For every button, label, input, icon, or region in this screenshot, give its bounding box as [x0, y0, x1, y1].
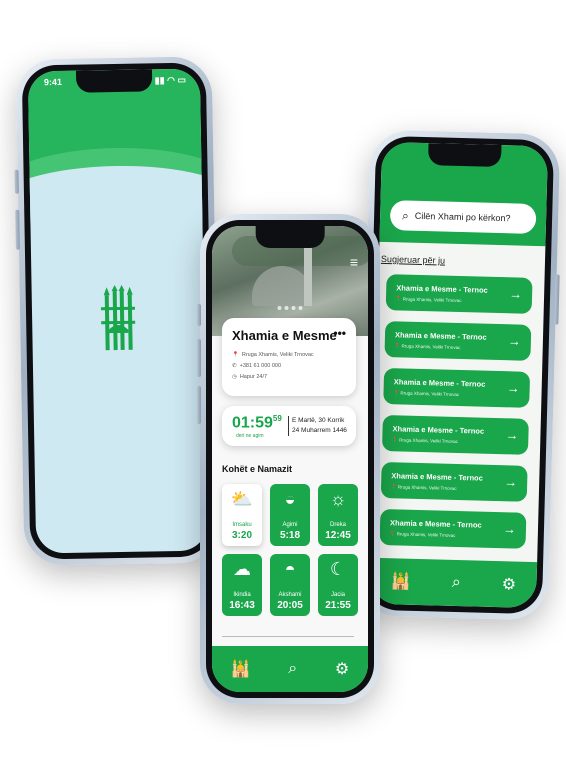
mosque-item-address: 📍 Rruga Xhamis, Veliki Trnovac: [394, 343, 461, 351]
status-time: 9:41: [43, 76, 63, 88]
mosque-item-address: 📍 Rruga Xhamis, Veliki Trnovac: [389, 531, 456, 538]
arrow-right-icon: →: [505, 427, 519, 443]
countdown-time: 01:5959: [232, 414, 282, 432]
splash-screen: 9:41 ▮▮ ◠ ▭: [27, 68, 209, 554]
more-options-icon[interactable]: •••: [333, 326, 346, 340]
sunrise-cloud-icon: ⛅: [230, 489, 254, 509]
tab-settings-gear-icon[interactable]: ⚙: [501, 574, 516, 594]
tab-home-mosque-icon[interactable]: 🕌: [391, 571, 411, 592]
tab-search-icon[interactable]: ⌕: [452, 574, 461, 592]
phone-row[interactable]: ✆ +381 61 000 000: [232, 363, 281, 369]
mosque-item-name: Xhamia e Mesme - Ternoc: [389, 518, 482, 530]
countdown-label: deri ne agim: [236, 433, 264, 439]
arrow-right-icon: →: [508, 286, 523, 302]
tab-home-mosque-icon[interactable]: 🕌: [231, 659, 251, 679]
phone-icon: ✆: [232, 363, 237, 369]
bottom-tab-bar: 🕌 ⌕ ⚙: [369, 557, 538, 609]
mosque-item-name: Xhamia e Mesme - Ternoc: [392, 424, 485, 436]
search-screen: ⌕ Cilën Xhami po kërkon? Sugjeruar për j…: [369, 141, 549, 609]
menu-icon[interactable]: ≡: [350, 254, 358, 270]
mosque-item-address: 📍 Rruga Xhamis, Veliki Trnovac: [392, 437, 458, 444]
arrow-right-icon: →: [506, 380, 520, 396]
mosque-info-card: Xhamia e Mesme ••• 📍 Rruga Xhamis, Veliki…: [222, 318, 356, 396]
countdown-card: 01:5959 deri ne agim E Martë, 30 Korrik …: [222, 406, 356, 446]
arrow-right-icon: →: [507, 333, 522, 349]
hijri-date: 24 Muharrem 1446: [292, 427, 347, 434]
gregorian-date: E Martë, 30 Korrik: [292, 417, 345, 424]
mosque-search-input[interactable]: ⌕ Cilën Xhami po kërkon?: [389, 200, 537, 234]
mosque-list-item[interactable]: Xhamia e Mesme - Ternoc 📍 Rruga Xhamis, …: [383, 368, 531, 408]
cloud-icon: ☁: [233, 559, 251, 579]
mosque-list-item[interactable]: Xhamia e Mesme - Ternoc 📍 Rruga Xhamis, …: [384, 321, 532, 361]
tab-search-icon[interactable]: ⌕: [288, 660, 297, 678]
search-placeholder: Cilën Xhami po kërkon?: [414, 210, 511, 224]
carousel-dots[interactable]: [277, 306, 303, 310]
app-logo-icon: [98, 284, 139, 361]
sunrise-icon: ◒: [284, 489, 296, 509]
moon-icon: ☾: [329, 559, 347, 579]
search-icon: ⌕: [401, 207, 410, 223]
prayer-tile-ikindia[interactable]: ☁ Ikindia 16:43: [222, 554, 262, 616]
prayer-tile-imsaku[interactable]: ⛅ Imsaku 3:20: [222, 484, 262, 546]
prayer-tile-dreka[interactable]: ☼ Dreka 12:45: [318, 484, 358, 546]
mosque-item-name: Xhamia e Mesme - Ternoc: [394, 330, 487, 342]
mosque-list-item[interactable]: Xhamia e Mesme - Ternoc 📍 Rruga Xhamis, …: [380, 462, 528, 502]
prayer-tile-jacia[interactable]: ☾ Jacia 21:55: [318, 554, 358, 616]
mosque-list: Xhamia e Mesme - Ternoc 📍 Rruga Xhamis, …: [379, 274, 536, 560]
phone-search: ⌕ Cilën Xhami po kërkon? Sugjeruar për j…: [357, 129, 561, 621]
address-row: 📍 Rruga Xhamis, Veliki Trnovac: [232, 352, 314, 358]
location-pin-icon: 📍: [232, 352, 239, 358]
mosque-item-address: 📍 Rruga Xhamis, Veliki Trnovac: [395, 296, 462, 304]
suggested-heading: Sugjeruar për ju: [380, 253, 446, 266]
mosque-name: Xhamia e Mesme: [232, 328, 337, 343]
prayer-times-title: Kohët e Namazit: [222, 464, 293, 474]
phone-splash: 9:41 ▮▮ ◠ ▭: [14, 56, 221, 566]
mosque-item-address: 📍 Rruga Xhamis, Veliki Trnovac: [390, 484, 457, 491]
mosque-list-item[interactable]: Xhamia e Mesme - Ternoc 📍 Rruga Xhamis, …: [381, 415, 529, 455]
sunset-icon: ◓: [284, 559, 296, 579]
prayer-tile-agimi[interactable]: ◒ Agimi 5:18: [270, 484, 310, 546]
mosque-item-name: Xhamia e Mesme - Ternoc: [391, 471, 483, 483]
prayer-tile-akshami[interactable]: ◓ Akshami 20:05: [270, 554, 310, 616]
mosque-item-address: 📍 Rruga Xhamis, Veliki Trnovac: [393, 390, 460, 398]
mosque-item-name: Xhamia e Mesme - Ternoc: [396, 283, 488, 295]
mosque-list-item[interactable]: Xhamia e Mesme - Ternoc 📍 Rruga Xhamis, …: [385, 274, 533, 314]
hours-row: ◷ Hapur 24/7: [232, 374, 268, 380]
arrow-right-icon: →: [504, 474, 518, 490]
mosque-item-name: Xhamia e Mesme - Ternoc: [393, 377, 486, 389]
status-icons: ▮▮ ◠ ▭: [154, 74, 187, 86]
prayer-times-grid: ⛅ Imsaku 3:20 ◒ Agimi 5:18 ☼ Dreka 12:45…: [222, 484, 358, 616]
bottom-tab-bar: 🕌 ⌕ ⚙: [212, 646, 368, 692]
phone-detail: ≡ Xhamia e Mesme ••• 📍 Rruga Xhamis, Veli…: [197, 214, 380, 704]
clock-icon: ◷: [232, 374, 237, 380]
tab-settings-gear-icon[interactable]: ⚙: [335, 659, 349, 679]
mosque-list-item[interactable]: Xhamia e Mesme - Ternoc 📍 Rruga Xhamis, …: [379, 508, 527, 549]
sun-icon: ☼: [329, 489, 347, 509]
arrow-right-icon: →: [502, 521, 517, 537]
date-block: E Martë, 30 Korrik 24 Muharrem 1446: [292, 416, 347, 436]
detail-screen: ≡ Xhamia e Mesme ••• 📍 Rruga Xhamis, Veli…: [212, 226, 368, 692]
